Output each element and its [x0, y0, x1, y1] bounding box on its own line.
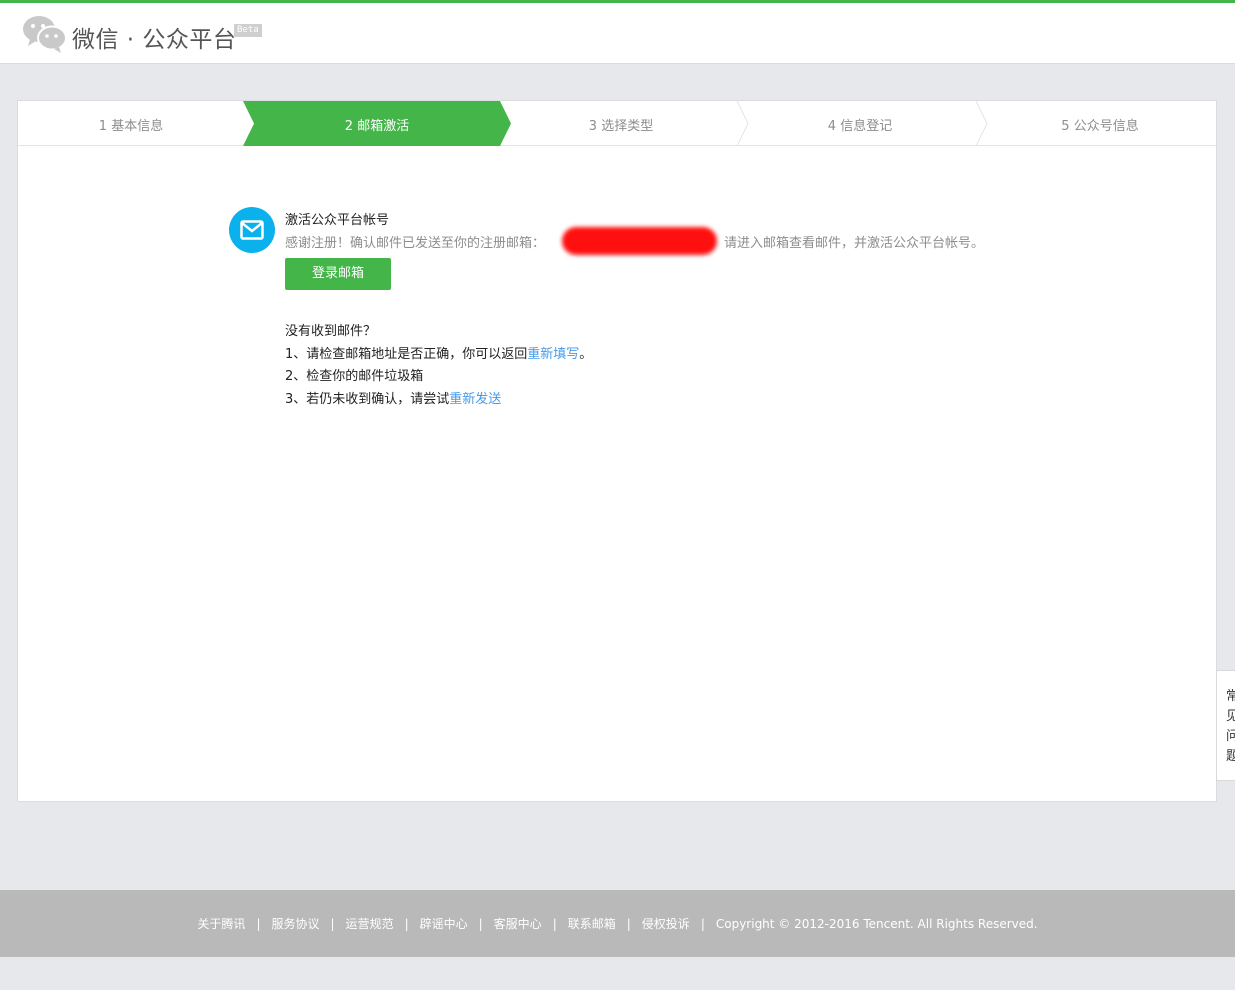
footer-link-about[interactable]: 关于腾讯	[197, 915, 245, 932]
footer-link-rumor[interactable]: 辟谣中心	[420, 915, 468, 932]
footer-link-service[interactable]: 服务协议	[271, 915, 319, 932]
help-line-1-end: 。	[579, 346, 593, 362]
step-5: 5 公众号信息	[1061, 119, 1139, 134]
footer-separator: |	[478, 916, 483, 931]
step-2: 2 邮箱激活	[344, 119, 410, 134]
footer-separator: |	[700, 916, 705, 931]
help-line-2: 2、检查你的邮件垃圾箱	[285, 369, 424, 384]
activation-title: 激活公众平台帐号	[285, 213, 390, 228]
activation-desc-after: 请进入邮箱查看邮件，并激活公众平台帐号。	[724, 236, 985, 251]
footer-separator: |	[404, 916, 409, 931]
step-divider	[736, 101, 749, 146]
footer-links: 关于腾讯 | 服务协议 | 运营规范 | 辟谣中心 | 客服中心 | 联系邮箱 …	[0, 890, 1235, 957]
redacted-email	[562, 227, 717, 255]
step-divider	[975, 101, 988, 146]
footer-link-rules[interactable]: 运营规范	[346, 915, 394, 932]
footer-separator: |	[626, 916, 631, 931]
footer-link-contact[interactable]: 联系邮箱	[568, 915, 616, 932]
help-line-3: 3、若仍未收到确认，请尝试重新发送	[285, 389, 592, 412]
footer-separator: |	[330, 916, 335, 931]
help-line-1: 1、请检查邮箱地址是否正确，你可以返回重新填写。	[285, 344, 592, 367]
footer-separator: |	[256, 916, 261, 931]
envelope-icon	[229, 207, 275, 253]
footer-link-support[interactable]: 客服中心	[494, 915, 542, 932]
step-1: 1 基本信息	[98, 119, 164, 134]
faq-side-tab-label: 常见问题	[1226, 689, 1235, 764]
footer-separator: |	[552, 916, 557, 931]
resend-link[interactable]: 重新发送	[449, 392, 501, 407]
help-line-3-text: 3、若仍未收到确认，请尝试	[285, 391, 450, 407]
help-line-1-text: 1、请检查邮箱地址是否正确，你可以返回	[285, 346, 528, 362]
top-bar: 微信 · 公众平台 Beta	[0, 0, 1235, 64]
wechat-logo-icon[interactable]	[22, 14, 68, 54]
brand-title[interactable]: 微信 · 公众平台	[72, 20, 236, 54]
step-progress: 1 基本信息 2 邮箱激活 3 选择类型 4 信息登记 5 公众号信息	[18, 101, 1216, 146]
step-3: 3 选择类型	[588, 119, 654, 134]
beta-badge: Beta	[234, 24, 262, 37]
footer-copyright: Copyright © 2012-2016 Tencent. All Right…	[715, 916, 1038, 931]
login-mailbox-button[interactable]: 登录邮箱	[285, 258, 391, 290]
help-heading: 没有收到邮件？	[285, 324, 377, 339]
footer: 关于腾讯 | 服务协议 | 运营规范 | 辟谣中心 | 客服中心 | 联系邮箱 …	[0, 890, 1235, 957]
activation-desc-before: 感谢注册！确认邮件已发送至你的注册邮箱：	[285, 236, 546, 251]
main-card: 1 基本信息 2 邮箱激活 3 选择类型 4 信息登记 5 公众号信息 激活公众…	[17, 100, 1217, 802]
faq-side-tab[interactable]: 常见问题	[1216, 670, 1235, 781]
footer-link-infringement[interactable]: 侵权投诉	[642, 915, 690, 932]
refill-link[interactable]: 重新填写	[527, 347, 579, 362]
step-4: 4 信息登记	[827, 119, 893, 134]
help-section: 没有收到邮件？ 1、请检查邮箱地址是否正确，你可以返回重新填写。 2、检查你的邮…	[285, 321, 592, 411]
